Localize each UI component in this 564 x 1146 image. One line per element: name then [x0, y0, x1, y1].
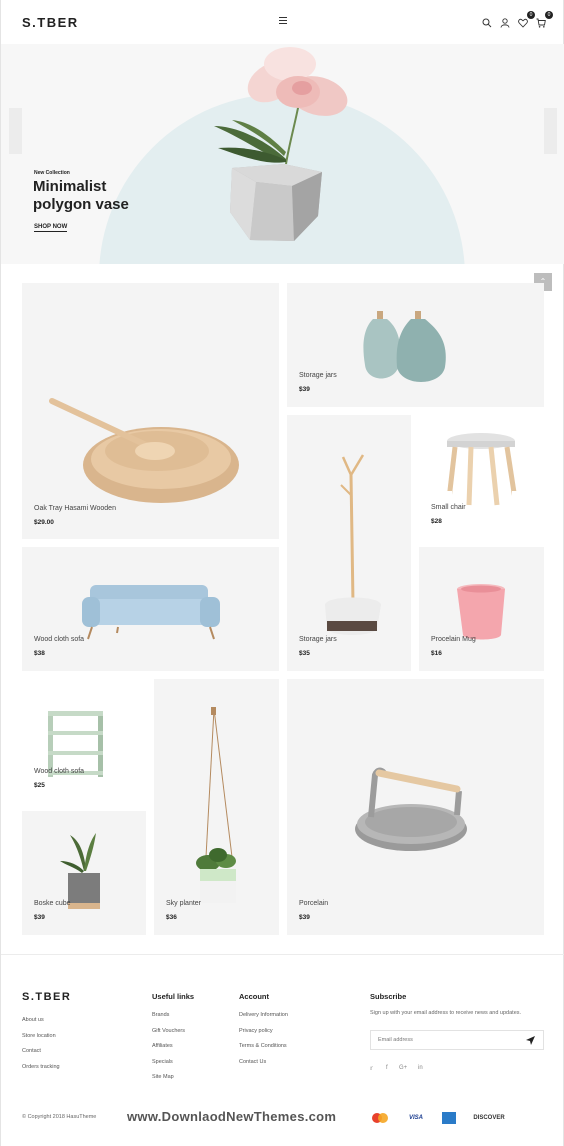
menu-icon[interactable] [279, 17, 287, 25]
product-price: $16 [431, 650, 442, 657]
page: S.TBER 0 0 New Collection Minimalist pol… [0, 0, 564, 1146]
sky-planter-image [196, 707, 236, 903]
sofa-image [82, 585, 220, 640]
product-name[interactable]: Porcelain [299, 900, 328, 907]
product-card[interactable]: Boske cube $39 [22, 811, 146, 935]
footer-link[interactable]: Brands [152, 1012, 194, 1028]
cart-count-badge: 0 [545, 11, 553, 19]
product-card[interactable]: Wood cloth sofa $38 [22, 547, 279, 671]
send-icon[interactable] [526, 1036, 535, 1045]
wishlist-button[interactable]: 0 [518, 11, 535, 28]
product-price: $29.00 [34, 519, 54, 526]
hero-kicker: New Collection [34, 170, 70, 176]
product-name[interactable]: Storage jars [299, 372, 337, 379]
mastercard-icon [370, 1112, 390, 1124]
product-price: $39 [34, 914, 45, 921]
footer-heading: Subscribe [370, 992, 407, 1001]
porcelain-tray-image [355, 767, 467, 851]
oak-tray-image [49, 398, 239, 503]
footer-link[interactable]: Affiliates [152, 1043, 194, 1059]
hero-title: Minimalist polygon vase [33, 178, 129, 213]
facebook-icon[interactable]: f [386, 1065, 388, 1071]
cart-icon [536, 18, 546, 28]
footer-link[interactable]: Delivery Information [239, 1012, 288, 1028]
heart-icon [518, 18, 528, 28]
product-price: $39 [299, 386, 310, 393]
product-price: $38 [34, 650, 45, 657]
hero-next-arrow[interactable] [544, 108, 557, 154]
wishlist-count-badge: 0 [527, 11, 535, 19]
product-card[interactable]: Small chair $28 [419, 415, 544, 539]
subscribe-description: Sign up with your email address to recei… [370, 1010, 522, 1016]
user-icon[interactable] [500, 15, 512, 28]
footer-link[interactable]: Contact Us [239, 1059, 288, 1075]
footer-heading: Useful links [152, 992, 195, 1001]
product-name[interactable]: Storage jars [299, 636, 337, 643]
site-header: S.TBER 0 0 [1, 0, 564, 44]
product-price: $28 [431, 518, 442, 525]
footer-heading: Account [239, 992, 269, 1001]
footer-link[interactable]: Site Map [152, 1074, 194, 1090]
product-card[interactable]: Storage jars $39 [287, 283, 544, 407]
product-name[interactable]: Procelain Mug [431, 636, 476, 643]
footer-account-links: Account Delivery Information Privacy pol… [239, 992, 288, 1074]
footer-about-links: About us Store location Contact Orders t… [22, 1017, 60, 1079]
product-card[interactable]: Procelain Mug $16 [419, 547, 544, 671]
footer-link[interactable]: Specials [152, 1059, 194, 1075]
product-name[interactable]: Boske cube [34, 900, 71, 907]
hero-prev-arrow[interactable] [9, 108, 22, 154]
product-name[interactable]: Small chair [431, 504, 466, 511]
product-name[interactable]: Wood cloth sofa [34, 636, 84, 643]
copyright: © Copyright 2018 HasuTheme [22, 1114, 97, 1120]
search-icon[interactable] [482, 15, 494, 28]
footer-link[interactable]: Gift Vouchers [152, 1028, 194, 1044]
footer-link[interactable]: Privacy policy [239, 1028, 288, 1044]
email-field[interactable]: Email address [370, 1030, 544, 1050]
google-plus-icon[interactable]: G+ [399, 1065, 407, 1071]
cart-button[interactable]: 0 [536, 11, 553, 28]
footer-link[interactable]: About us [22, 1017, 60, 1033]
linkedin-icon[interactable]: in [418, 1065, 423, 1071]
shop-now-link[interactable]: SHOP NOW [34, 224, 68, 232]
product-card[interactable]: Oak Tray Hasami Wooden $29.00 [22, 283, 279, 539]
product-price: $36 [166, 914, 177, 921]
footer-link[interactable]: Contact [22, 1048, 60, 1064]
footer-link[interactable]: Terms & Conditions [239, 1043, 288, 1059]
hero-slider: New Collection Minimalist polygon vase S… [1, 44, 564, 264]
footer-useful-links: Useful links Brands Gift Vouchers Affili… [152, 992, 194, 1090]
footer-logo[interactable]: S.TBER [22, 991, 71, 1003]
footer-divider [1, 954, 564, 955]
storage-jars-image [363, 311, 446, 382]
twitter-icon[interactable]: 𝕣 [370, 1065, 373, 1072]
product-price: $35 [299, 650, 310, 657]
visa-icon: VISA [408, 1115, 423, 1121]
product-card[interactable]: Porcelain $39 [287, 679, 544, 935]
footer-link[interactable]: Orders tracking [22, 1064, 60, 1080]
coat-stand-image [325, 454, 381, 635]
product-card[interactable]: Sky planter $36 [154, 679, 279, 935]
site-logo[interactable]: S.TBER [22, 15, 79, 30]
product-card[interactable]: Wood cloth sofa $25 [22, 679, 146, 803]
discover-icon: DISCOVER [473, 1115, 505, 1121]
amex-icon [442, 1112, 456, 1124]
footer-link[interactable]: Store location [22, 1033, 60, 1049]
product-name[interactable]: Sky planter [166, 900, 201, 907]
footer-subscribe: Subscribe Sign up with your email addres… [370, 992, 550, 1016]
product-name[interactable]: Wood cloth sofa [34, 768, 84, 775]
product-card[interactable]: Storage jars $35 [287, 415, 411, 671]
email-placeholder: Email address [378, 1037, 413, 1043]
hero-vase-image [214, 47, 348, 241]
product-name[interactable]: Oak Tray Hasami Wooden [34, 505, 116, 512]
product-price: $25 [34, 782, 45, 789]
watermark: www.DownlaodNewThemes.com [127, 1109, 337, 1124]
product-price: $39 [299, 914, 310, 921]
